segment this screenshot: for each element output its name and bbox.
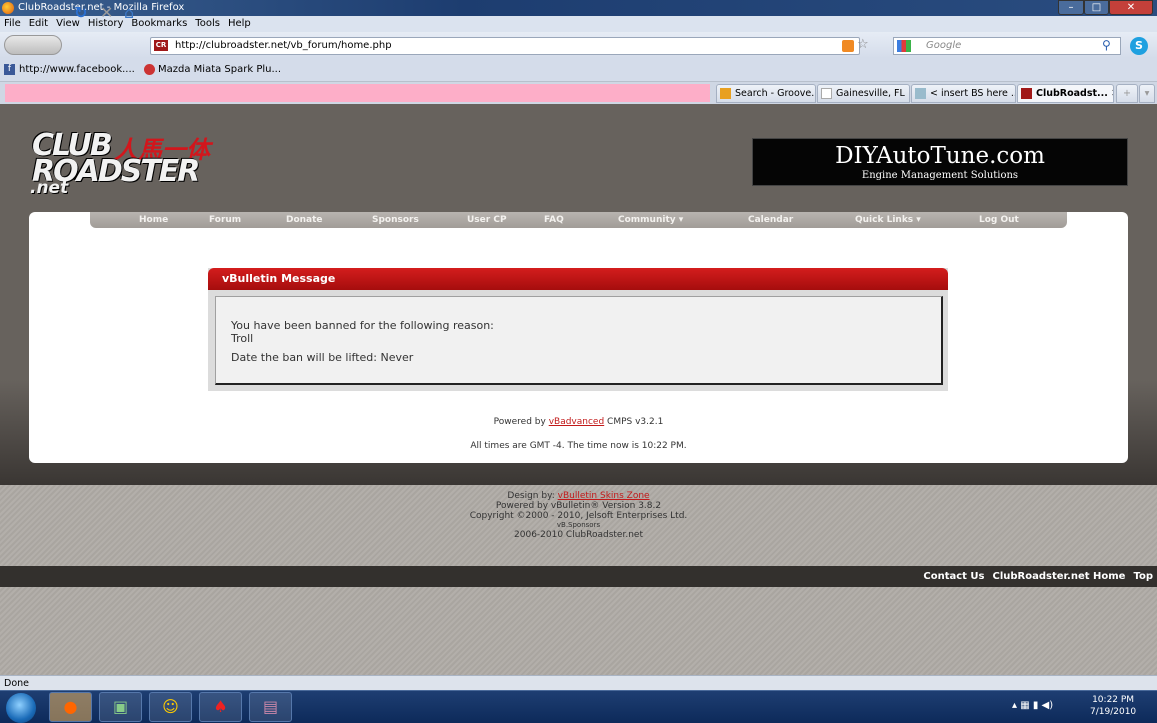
winrar-icon: ▤: [262, 697, 279, 716]
aim-icon: ☺: [162, 697, 179, 716]
firefox-icon: ●: [63, 697, 78, 716]
clubroadster-logo[interactable]: CLUB 人馬一体 ROADSTER .net: [30, 128, 232, 198]
maximize-button[interactable]: □: [1084, 0, 1109, 15]
ngk-icon: [144, 63, 156, 75]
start-button[interactable]: [6, 693, 36, 723]
tab-bar-background: [5, 84, 710, 102]
minimize-button[interactable]: –: [1058, 0, 1084, 15]
bookmark-mazda[interactable]: Mazda Miata Spark Plu...: [158, 64, 281, 75]
nav-user-cp[interactable]: User CP: [467, 215, 507, 225]
powered-by-vbadvanced: Powered by vBadvanced CMPS v3.2.1: [493, 417, 664, 427]
diyautotune-banner-ad[interactable]: DIYAutoTune.com Engine Management Soluti…: [752, 138, 1128, 186]
ban-lift-date: Date the ban will be lifted: Never: [231, 351, 414, 364]
firefox-icon: [2, 2, 14, 14]
window-title-bar: ClubRoadster.net - Mozilla Firefox: [0, 0, 1157, 16]
reload-icon[interactable]: ↻: [74, 5, 87, 21]
tab-search-groove[interactable]: Search - Groove...: [716, 84, 816, 103]
bookmarks-toolbar: f http://www.facebook.... Mazda Miata Spa…: [0, 58, 1157, 82]
tab-clubroadster[interactable]: ClubRoadst... ✕: [1017, 84, 1114, 103]
nav-community[interactable]: Community ▾: [618, 215, 683, 225]
rss-icon[interactable]: [842, 40, 854, 52]
vbadvanced-link[interactable]: vBadvanced: [549, 417, 604, 427]
url-bar[interactable]: http://clubroadster.net/vb_forum/home.ph…: [150, 37, 860, 55]
menu-bar: File Edit View History Bookmarks Tools Help: [0, 16, 1157, 32]
pokerstars-icon: ♠: [213, 697, 228, 716]
search-input[interactable]: Google: [893, 37, 1121, 55]
stop-icon[interactable]: ✕: [100, 5, 113, 21]
home-link[interactable]: ClubRoadster.net Home: [993, 571, 1126, 582]
taskbar-aim[interactable]: ☺: [149, 692, 192, 722]
site-icon: [915, 88, 926, 99]
menu-bookmarks[interactable]: Bookmarks: [131, 18, 187, 29]
monitor-icon: ▣: [112, 697, 129, 716]
menu-tools[interactable]: Tools: [195, 18, 220, 29]
nav-donate[interactable]: Donate: [286, 215, 323, 225]
message-body: You have been banned for the following r…: [215, 296, 943, 385]
time-info: All times are GMT -4. The time now is 10…: [470, 441, 687, 451]
page-icon: [821, 88, 832, 99]
tray-icons[interactable]: ▴ ▦ ▮ ◀): [1012, 700, 1053, 711]
system-clock[interactable]: 10:22 PM 7/19/2010: [1090, 694, 1136, 718]
nav-forum[interactable]: Forum: [209, 215, 241, 225]
bookmark-facebook[interactable]: http://www.facebook....: [19, 64, 135, 75]
nav-faq[interactable]: FAQ: [544, 215, 564, 225]
ban-reason: Troll: [231, 332, 254, 345]
new-tab-button[interactable]: +: [1116, 84, 1138, 103]
nav-sponsors[interactable]: Sponsors: [372, 215, 419, 225]
cr-icon: [1021, 88, 1032, 99]
status-bar: Done: [0, 675, 1157, 690]
tab-gainesville[interactable]: Gainesville, FL | ...: [817, 84, 910, 103]
tab-list-button[interactable]: ▾: [1139, 84, 1155, 103]
top-link[interactable]: Top: [1133, 571, 1153, 582]
facebook-icon: f: [4, 63, 15, 75]
main-nav-bar: Home Forum Donate Sponsors User CP FAQ C…: [90, 212, 1067, 228]
google-icon[interactable]: [897, 40, 911, 52]
home-icon[interactable]: ⌂: [124, 5, 134, 21]
skins-zone-link[interactable]: vBulletin Skins Zone: [558, 491, 650, 501]
taskbar-computer[interactable]: ▣: [99, 692, 142, 722]
page-bottom: [0, 587, 1157, 675]
menu-help[interactable]: Help: [228, 18, 251, 29]
message-title: vBulletin Message: [208, 268, 948, 290]
skype-icon[interactable]: S: [1130, 37, 1148, 55]
taskbar-pokerstars[interactable]: ♠: [199, 692, 242, 722]
nav-log-out[interactable]: Log Out: [979, 215, 1019, 225]
groove-icon: [720, 88, 731, 99]
tab-insert-bs[interactable]: < insert BS here ...: [911, 84, 1016, 103]
site-favicon: CR: [154, 40, 168, 51]
contact-us-link[interactable]: Contact Us: [923, 571, 984, 582]
footer-credits: Design by: vBulletin Skins Zone Powered …: [0, 491, 1157, 540]
bottom-links-bar: Contact Us ClubRoadster.net Home Top: [0, 566, 1157, 587]
taskbar-firefox[interactable]: ●: [49, 692, 92, 722]
close-button[interactable]: ✕: [1109, 0, 1153, 15]
back-forward-button[interactable]: [4, 35, 62, 55]
nav-calendar[interactable]: Calendar: [748, 215, 793, 225]
nav-home[interactable]: Home: [139, 215, 168, 225]
search-magnifier-icon[interactable]: ⚲: [1102, 38, 1111, 52]
taskbar-winrar[interactable]: ▤: [249, 692, 292, 722]
menu-edit[interactable]: Edit: [29, 18, 48, 29]
bookmark-star-icon[interactable]: ☆: [857, 37, 869, 52]
menu-file[interactable]: File: [4, 18, 21, 29]
vb-sponsors[interactable]: vB.Sponsors: [0, 521, 1157, 530]
nav-quick-links[interactable]: Quick Links ▾: [855, 215, 921, 225]
ban-reason-label: You have been banned for the following r…: [231, 319, 494, 332]
